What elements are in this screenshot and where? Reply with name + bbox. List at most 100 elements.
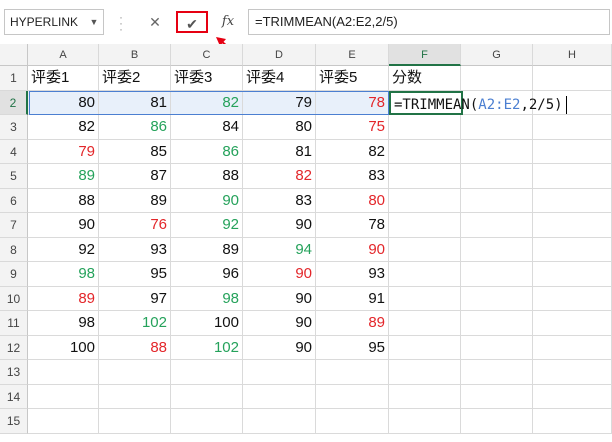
cell-a14[interactable] (28, 384, 99, 409)
cell-a1[interactable]: 评委1 (28, 66, 99, 91)
cell-c10[interactable]: 98 (171, 286, 243, 311)
cell-c7[interactable]: 92 (171, 213, 243, 238)
cell-e13[interactable] (316, 360, 389, 385)
cell-d7[interactable]: 90 (243, 213, 316, 238)
cell-f7[interactable] (389, 213, 461, 238)
row-header-13[interactable]: 13 (0, 360, 28, 385)
cell-d13[interactable] (243, 360, 316, 385)
chevron-down-icon[interactable]: ▼ (85, 10, 103, 34)
cell-e14[interactable] (316, 384, 389, 409)
cell-d11[interactable]: 90 (243, 311, 316, 336)
cell-e4[interactable]: 82 (316, 139, 389, 164)
row-header-2[interactable]: 2 (0, 90, 28, 115)
cell-b7[interactable]: 76 (99, 213, 171, 238)
cell-c6[interactable]: 90 (171, 188, 243, 213)
row-header-3[interactable]: 3 (0, 115, 28, 140)
cell-f8[interactable] (389, 237, 461, 262)
cell-d10[interactable]: 90 (243, 286, 316, 311)
cell-f3[interactable] (389, 115, 461, 140)
column-header-g[interactable]: G (461, 44, 533, 66)
row-header-10[interactable]: 10 (0, 286, 28, 311)
cell-h9[interactable] (533, 262, 612, 287)
cell-b14[interactable] (99, 384, 171, 409)
cell-c15[interactable] (171, 409, 243, 434)
cell-e15[interactable] (316, 409, 389, 434)
column-header-d[interactable]: D (243, 44, 316, 66)
cell-d4[interactable]: 81 (243, 139, 316, 164)
row-header-11[interactable]: 11 (0, 311, 28, 336)
cell-g15[interactable] (461, 409, 533, 434)
row-header-4[interactable]: 4 (0, 139, 28, 164)
cell-a10[interactable]: 89 (28, 286, 99, 311)
row-header-1[interactable]: 1 (0, 66, 28, 91)
cell-b10[interactable]: 97 (99, 286, 171, 311)
cell-g4[interactable] (461, 139, 533, 164)
cell-e1[interactable]: 评委5 (316, 66, 389, 91)
cell-g6[interactable] (461, 188, 533, 213)
cell-c8[interactable]: 89 (171, 237, 243, 262)
cell-e11[interactable]: 89 (316, 311, 389, 336)
cell-e6[interactable]: 80 (316, 188, 389, 213)
cell-a12[interactable]: 100 (28, 335, 99, 360)
cell-h14[interactable] (533, 384, 612, 409)
cell-f15[interactable] (389, 409, 461, 434)
cell-e3[interactable]: 75 (316, 115, 389, 140)
cell-f5[interactable] (389, 164, 461, 189)
column-header-h[interactable]: H (533, 44, 612, 66)
cell-c11[interactable]: 100 (171, 311, 243, 336)
cell-b4[interactable]: 85 (99, 139, 171, 164)
cell-f9[interactable] (389, 262, 461, 287)
cell-g12[interactable] (461, 335, 533, 360)
cell-b8[interactable]: 93 (99, 237, 171, 262)
cell-h8[interactable] (533, 237, 612, 262)
cell-h1[interactable] (533, 66, 612, 91)
cell-g10[interactable] (461, 286, 533, 311)
row-header-8[interactable]: 8 (0, 237, 28, 262)
cell-f12[interactable] (389, 335, 461, 360)
row-header-5[interactable]: 5 (0, 164, 28, 189)
cell-c5[interactable]: 88 (171, 164, 243, 189)
cell-d8[interactable]: 94 (243, 237, 316, 262)
row-header-9[interactable]: 9 (0, 262, 28, 287)
cell-f14[interactable] (389, 384, 461, 409)
cell-b15[interactable] (99, 409, 171, 434)
cell-a6[interactable]: 88 (28, 188, 99, 213)
cell-a3[interactable]: 82 (28, 115, 99, 140)
cell-a15[interactable] (28, 409, 99, 434)
column-header-f[interactable]: F (389, 44, 461, 66)
cell-d3[interactable]: 80 (243, 115, 316, 140)
cell-d14[interactable] (243, 384, 316, 409)
cell-b3[interactable]: 86 (99, 115, 171, 140)
cell-e9[interactable]: 93 (316, 262, 389, 287)
cell-b1[interactable]: 评委2 (99, 66, 171, 91)
cell-g5[interactable] (461, 164, 533, 189)
cell-g7[interactable] (461, 213, 533, 238)
cell-h6[interactable] (533, 188, 612, 213)
cell-h7[interactable] (533, 213, 612, 238)
cancel-button[interactable]: ✕ (141, 10, 169, 34)
cell-c3[interactable]: 84 (171, 115, 243, 140)
cell-h13[interactable] (533, 360, 612, 385)
cell-h15[interactable] (533, 409, 612, 434)
cell-f10[interactable] (389, 286, 461, 311)
cell-e8[interactable]: 90 (316, 237, 389, 262)
cell-f4[interactable] (389, 139, 461, 164)
insert-function-button[interactable]: fx (214, 10, 242, 34)
cell-a7[interactable]: 90 (28, 213, 99, 238)
cell-h5[interactable] (533, 164, 612, 189)
cell-h4[interactable] (533, 139, 612, 164)
cell-c12[interactable]: 102 (171, 335, 243, 360)
cell-g13[interactable] (461, 360, 533, 385)
cell-c1[interactable]: 评委3 (171, 66, 243, 91)
cell-d9[interactable]: 90 (243, 262, 316, 287)
cell-c9[interactable]: 96 (171, 262, 243, 287)
cell-d6[interactable]: 83 (243, 188, 316, 213)
cell-e5[interactable]: 83 (316, 164, 389, 189)
cell-b11[interactable]: 102 (99, 311, 171, 336)
column-header-c[interactable]: C (171, 44, 243, 66)
select-all-corner[interactable] (0, 44, 28, 66)
cell-d5[interactable]: 82 (243, 164, 316, 189)
formula-bar-input[interactable]: =TRIMMEAN(A2:E2,2/5) (248, 9, 610, 35)
cell-b5[interactable]: 87 (99, 164, 171, 189)
row-header-14[interactable]: 14 (0, 384, 28, 409)
